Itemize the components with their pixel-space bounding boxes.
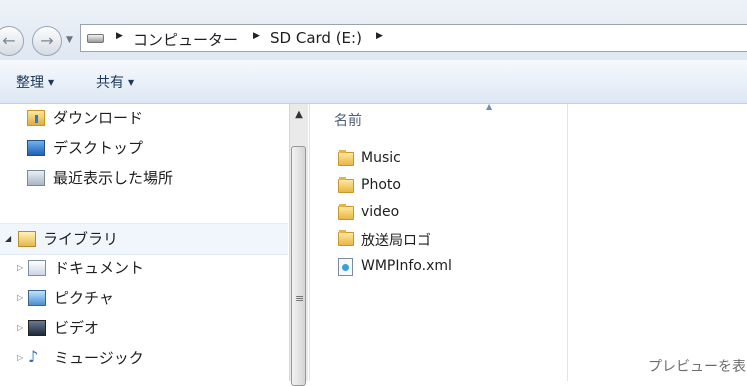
music-icon: ♪	[28, 347, 39, 366]
nav-item-label: デスクトップ	[53, 139, 144, 157]
videos-icon	[28, 320, 46, 336]
file-name: Music	[361, 150, 401, 166]
nav-item-documents[interactable]: ▷ ドキュメント	[0, 254, 288, 282]
desktop-icon	[27, 140, 45, 156]
recent-pages-dropdown-icon[interactable]: ▼	[66, 35, 73, 45]
recent-places-icon	[27, 170, 45, 186]
downloads-folder-icon	[27, 110, 45, 126]
folder-icon	[338, 230, 354, 246]
back-arrow-icon: ←	[2, 31, 16, 50]
breadcrumb-arrow-icon[interactable]: ▶	[376, 31, 383, 41]
nav-item-label: ドキュメント	[54, 259, 145, 277]
nav-item-label: 最近表示した場所	[53, 169, 174, 187]
file-name: Photo	[361, 177, 401, 193]
address-box[interactable]: ▶ コンピューター ▶ SD Card (E:) ▶	[80, 24, 747, 52]
sort-ascending-icon: ▲	[486, 102, 493, 111]
file-name: 放送局ロゴ	[361, 233, 431, 249]
folder-icon	[338, 177, 354, 193]
nav-item-label: ダウンロード	[53, 109, 144, 127]
nav-item-videos[interactable]: ▷ ビデオ	[0, 314, 288, 342]
file-name: WMPInfo.xml	[361, 258, 452, 274]
nav-item-library[interactable]: ◢ ライブラリ	[0, 223, 288, 255]
folder-icon	[338, 150, 354, 166]
preview-pane: プレビューを表	[567, 104, 747, 381]
pictures-icon	[28, 290, 46, 306]
drive-icon	[87, 34, 104, 43]
share-label: 共有	[96, 75, 124, 91]
scroll-up-arrow-icon[interactable]: ▲	[290, 104, 308, 126]
chevron-down-icon: ▼	[128, 78, 135, 87]
nav-item-label: ビデオ	[54, 319, 100, 337]
file-item-photo[interactable]: Photo	[334, 174, 554, 200]
folder-icon	[338, 204, 354, 220]
command-bar: 整理 ▼ 共有 ▼	[0, 60, 747, 104]
grip-icon: ≡	[295, 292, 305, 305]
nav-item-music[interactable]: ▷ ♪ ミュージック	[0, 344, 288, 372]
file-item-video[interactable]: video	[334, 201, 554, 227]
nav-item-downloads[interactable]: ダウンロード	[0, 104, 288, 132]
breadcrumb-arrow-icon[interactable]: ▶	[253, 31, 260, 41]
forward-arrow-icon: →	[40, 31, 54, 50]
chevron-down-icon: ▼	[48, 78, 55, 87]
file-item-music[interactable]: Music	[334, 147, 554, 173]
navigation-pane: ダウンロード デスクトップ 最近表示した場所 ◢ ライブラリ ▷ ドキュメント …	[0, 104, 290, 381]
collapsed-arrow-icon[interactable]: ▷	[17, 323, 23, 332]
file-item-broadcast-logos[interactable]: 放送局ロゴ	[334, 227, 554, 253]
breadcrumb-arrow-icon[interactable]: ▶	[116, 31, 123, 41]
library-icon	[18, 231, 36, 247]
nav-item-label: ミュージック	[54, 349, 144, 367]
forward-button[interactable]: →	[32, 26, 62, 56]
nav-item-pictures[interactable]: ▷ ピクチャ	[0, 284, 288, 312]
xml-file-icon	[338, 258, 353, 276]
expanded-arrow-icon[interactable]: ◢	[5, 234, 11, 243]
collapsed-arrow-icon[interactable]: ▷	[17, 263, 23, 272]
back-button[interactable]: ←	[0, 26, 24, 56]
breadcrumb-computer[interactable]: コンピューター	[133, 29, 238, 50]
preview-placeholder-text: プレビューを表	[648, 359, 746, 375]
nav-pane-scrollbar[interactable]: ▲ ≡	[289, 104, 308, 386]
share-button[interactable]: 共有 ▼	[96, 72, 134, 92]
column-header-name[interactable]: 名前	[334, 110, 362, 130]
address-bar-area: ← → ▼ ▶ コンピューター ▶ SD Card (E:) ▶	[0, 0, 747, 60]
organize-label: 整理	[16, 75, 44, 91]
file-item-wmpinfo-xml[interactable]: WMPInfo.xml	[334, 255, 554, 281]
file-list-pane: ▲ 名前 Music Photo video 放送局ロゴ WMPInfo.xml	[309, 102, 567, 381]
scroll-thumb[interactable]: ≡	[291, 146, 306, 386]
organize-button[interactable]: 整理 ▼	[16, 72, 54, 92]
nav-item-desktop[interactable]: デスクトップ	[0, 134, 288, 162]
collapsed-arrow-icon[interactable]: ▷	[17, 293, 23, 302]
file-name: video	[361, 204, 400, 220]
nav-item-label: ピクチャ	[54, 289, 114, 307]
nav-item-label: ライブラリ	[43, 230, 119, 248]
nav-item-recent-places[interactable]: 最近表示した場所	[0, 164, 288, 192]
breadcrumb-sd-card[interactable]: SD Card (E:)	[270, 29, 362, 47]
collapsed-arrow-icon[interactable]: ▷	[17, 353, 23, 362]
documents-icon	[28, 260, 46, 276]
